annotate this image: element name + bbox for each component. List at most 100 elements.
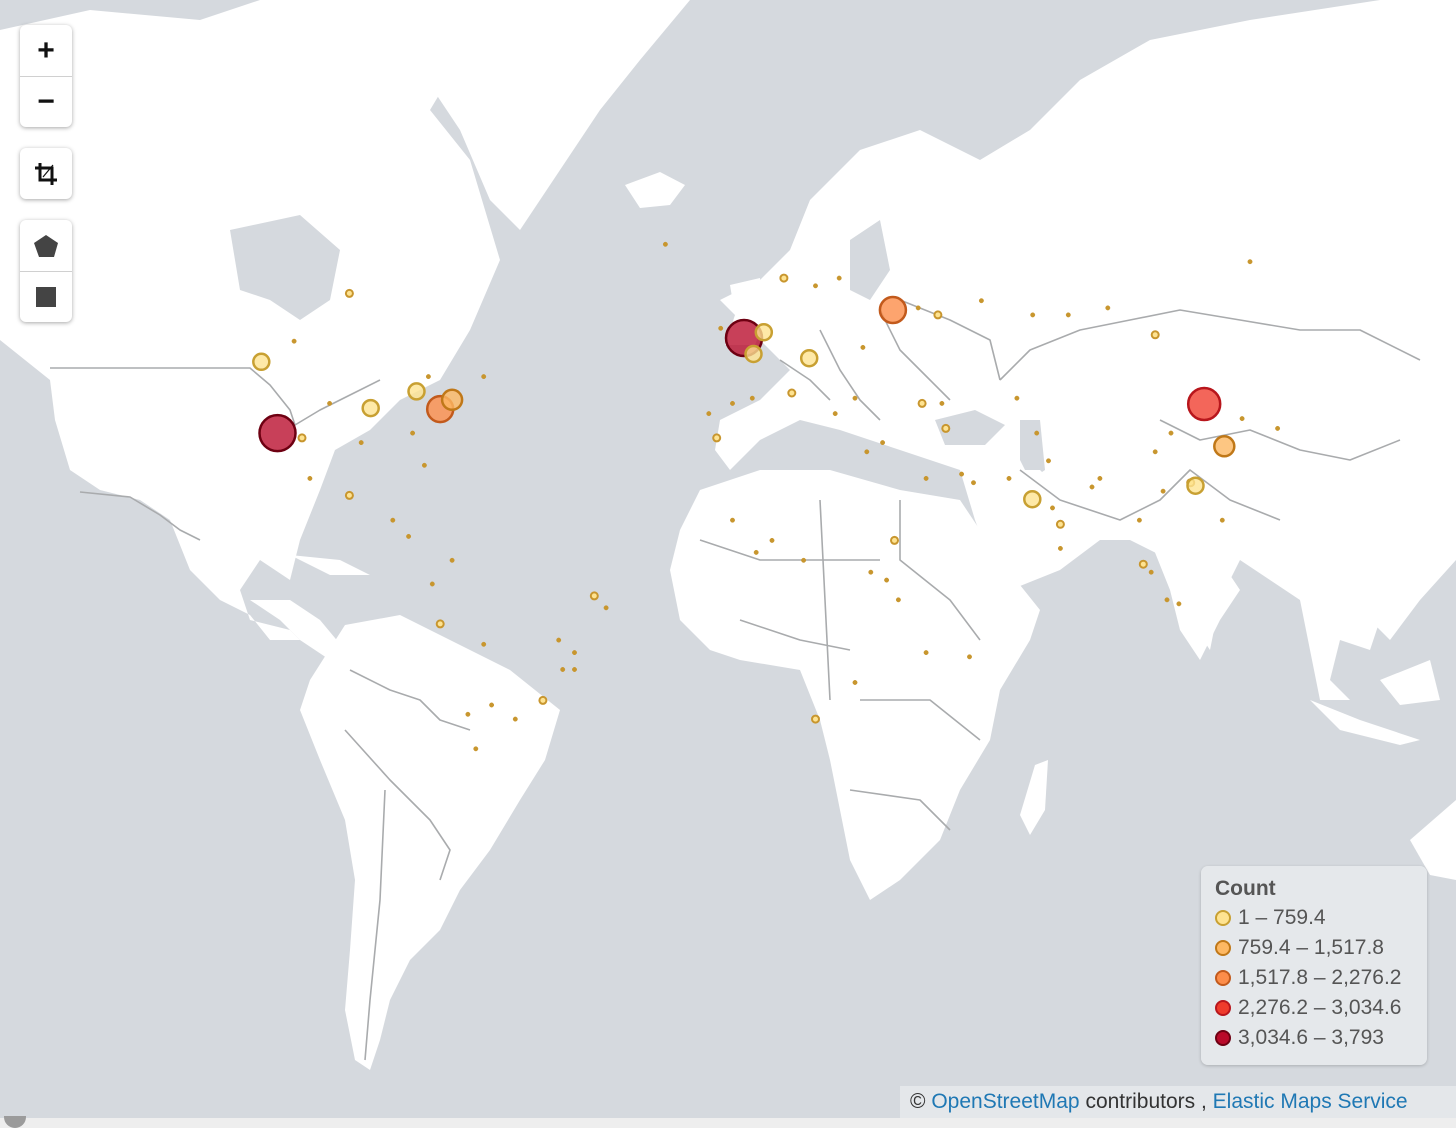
data-point[interactable] <box>1097 475 1103 481</box>
data-point[interactable] <box>435 619 445 629</box>
data-point[interactable] <box>297 433 307 443</box>
draw-polygon-button[interactable] <box>20 220 72 271</box>
data-point[interactable] <box>1046 458 1051 464</box>
data-point[interactable] <box>1050 505 1055 511</box>
data-point[interactable] <box>1152 449 1158 455</box>
data-point[interactable] <box>449 557 455 563</box>
data-point[interactable] <box>1055 519 1065 529</box>
data-point[interactable] <box>939 400 945 406</box>
data-point[interactable] <box>538 695 548 705</box>
data-point[interactable] <box>864 449 870 455</box>
data-point[interactable] <box>884 577 890 583</box>
data-point[interactable] <box>1148 569 1154 575</box>
data-point[interactable] <box>572 667 577 672</box>
data-point[interactable] <box>1030 312 1036 318</box>
data-point[interactable] <box>730 517 735 523</box>
data-point[interactable] <box>473 746 479 752</box>
marker-detroit[interactable] <box>407 382 426 401</box>
zoom-out-button[interactable]: − <box>20 76 72 127</box>
data-point[interactable] <box>967 654 972 660</box>
marker-kansas-city[interactable] <box>361 398 380 418</box>
marker-vienna[interactable] <box>799 348 819 368</box>
marker-new-york[interactable] <box>440 388 464 412</box>
data-point[interactable] <box>481 641 487 647</box>
marker-hong-kong[interactable] <box>1186 476 1205 495</box>
data-point[interactable] <box>836 275 842 281</box>
data-point[interactable] <box>779 273 789 283</box>
data-point[interactable] <box>1164 597 1170 603</box>
data-point[interactable] <box>1034 430 1040 436</box>
data-point[interactable] <box>801 557 807 563</box>
data-point[interactable] <box>1150 330 1160 340</box>
data-point[interactable] <box>1138 559 1148 569</box>
data-point[interactable] <box>572 650 577 656</box>
data-point[interactable] <box>753 549 759 555</box>
data-point[interactable] <box>662 241 668 247</box>
marker-moscow[interactable] <box>878 295 908 325</box>
data-point[interactable] <box>860 344 866 350</box>
data-point[interactable] <box>429 581 435 587</box>
data-point[interactable] <box>425 374 431 380</box>
data-point[interactable] <box>344 490 354 500</box>
data-point[interactable] <box>749 395 755 401</box>
marker-paris[interactable] <box>744 344 763 364</box>
data-point[interactable] <box>410 430 416 436</box>
marker-shanghai[interactable] <box>1213 435 1236 458</box>
data-point[interactable] <box>307 475 313 481</box>
data-point[interactable] <box>959 471 965 477</box>
data-point[interactable] <box>1065 312 1071 318</box>
marker-amsterdam[interactable] <box>754 322 774 342</box>
data-point[interactable] <box>481 374 487 380</box>
data-point[interactable] <box>917 398 927 408</box>
data-point[interactable] <box>1136 517 1142 523</box>
fit-data-bounds-button[interactable] <box>20 148 72 199</box>
data-point[interactable] <box>589 591 599 601</box>
data-point[interactable] <box>465 711 471 717</box>
data-point[interactable] <box>1168 430 1174 436</box>
data-point[interactable] <box>730 400 735 406</box>
openstreetmap-link[interactable]: OpenStreetMap <box>931 1090 1079 1114</box>
data-point[interactable] <box>868 569 874 575</box>
data-point[interactable] <box>1176 601 1182 607</box>
data-point[interactable] <box>769 537 775 543</box>
data-point[interactable] <box>933 310 943 320</box>
marker-los-angeles[interactable] <box>258 413 297 453</box>
data-point[interactable] <box>1239 416 1245 422</box>
data-point[interactable] <box>895 597 901 603</box>
data-point[interactable] <box>832 411 838 417</box>
data-point[interactable] <box>1160 488 1166 494</box>
data-point[interactable] <box>390 517 396 523</box>
data-point[interactable] <box>603 605 609 611</box>
marker-mumbai[interactable] <box>1023 489 1042 509</box>
data-point[interactable] <box>1006 475 1012 481</box>
data-point[interactable] <box>512 716 518 722</box>
data-point[interactable] <box>1105 305 1111 311</box>
data-point[interactable] <box>813 283 818 289</box>
data-point[interactable] <box>852 680 858 685</box>
data-point[interactable] <box>971 480 976 486</box>
data-point[interactable] <box>358 440 364 446</box>
data-point[interactable] <box>344 288 354 298</box>
data-point[interactable] <box>787 388 797 398</box>
data-point[interactable] <box>421 462 427 468</box>
data-point[interactable] <box>1057 545 1063 551</box>
data-point[interactable] <box>1275 425 1281 431</box>
data-point[interactable] <box>706 411 712 417</box>
data-point[interactable] <box>1089 484 1095 490</box>
data-point[interactable] <box>890 535 899 545</box>
zoom-in-button[interactable]: + <box>20 25 72 76</box>
data-point[interactable] <box>560 667 566 672</box>
data-point[interactable] <box>712 433 722 443</box>
marker-beijing[interactable] <box>1186 386 1222 422</box>
elastic-maps-service-link[interactable]: Elastic Maps Service <box>1213 1090 1408 1114</box>
data-point[interactable] <box>880 440 886 446</box>
data-point[interactable] <box>941 423 951 433</box>
draw-rectangle-button[interactable] <box>20 271 72 322</box>
data-point[interactable] <box>915 305 921 311</box>
data-point[interactable] <box>1219 517 1225 523</box>
data-point[interactable] <box>406 533 412 539</box>
data-point[interactable] <box>811 714 820 724</box>
data-point[interactable] <box>923 650 929 656</box>
data-point[interactable] <box>327 400 333 406</box>
data-point[interactable] <box>291 338 297 344</box>
